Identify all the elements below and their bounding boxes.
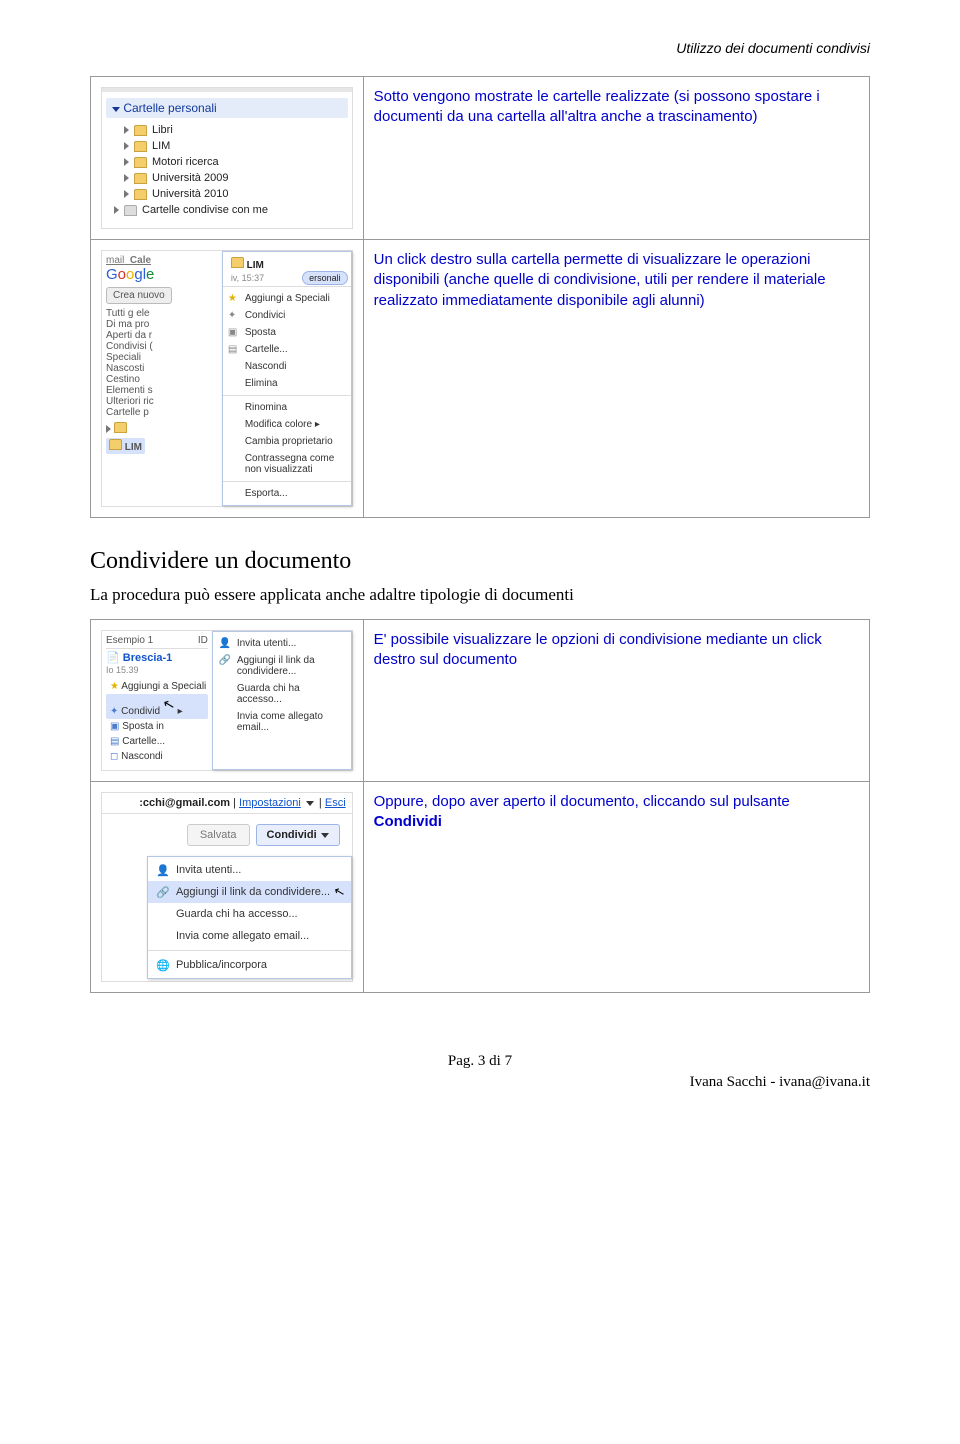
doc-header: :cchi@gmail.com | Impostazioni | Esci: [102, 793, 352, 814]
menu-item: 👤Invita utenti...: [148, 859, 351, 881]
menu-item: Invia come allegato email...: [213, 708, 351, 736]
user-icon: 👤: [156, 864, 170, 877]
menu-item: ▤Cartelle...: [223, 341, 351, 358]
google-logo: Google: [106, 266, 218, 283]
folder-context-menu: LIM iv, 15:37 ★Aggiungi a Speciali ✦Cond…: [222, 251, 352, 506]
menu-item: Invia come allegato email...: [148, 925, 351, 947]
folder-icon: ▤: [110, 736, 119, 747]
menu-item: Cambia proprietario: [223, 433, 351, 450]
chevron-right-icon: [114, 206, 119, 214]
cursor-icon: ↖: [332, 883, 347, 901]
menu-item: ✦Condivici: [223, 307, 351, 324]
folder-shared-icon: [124, 205, 137, 216]
mail-link: mail Cale: [106, 255, 218, 266]
share-submenu: 👤Invita utenti... 🔗Aggiungi il link da c…: [212, 631, 352, 770]
menu-item: Contrassegna come non visualizzati: [223, 450, 351, 478]
create-new-button: Crea nuovo: [106, 287, 172, 304]
condividi-button[interactable]: Condividi: [256, 824, 340, 846]
menu-item: ▣Sposta: [223, 324, 351, 341]
row1-description: Sotto vengono mostrate le cartelle reali…: [363, 77, 869, 240]
section-heading: Condividere un documento: [90, 548, 870, 575]
personal-badge: ersonali: [302, 271, 348, 285]
cursor-icon: [163, 696, 175, 714]
row2-description: Un click destro sulla cartella permette …: [363, 240, 869, 518]
star-icon: ★: [110, 681, 119, 692]
table-2: Esempio 1 ID 📄 Brescia-1 Io 15.39 ★ Aggi…: [90, 619, 870, 993]
condividi-dropdown: 👤Invita utenti... 🔗Aggiungi il link da c…: [147, 856, 352, 979]
menu-item: Esporta...: [223, 485, 351, 502]
page-header: Utilizzo dei documenti condivisi: [90, 40, 870, 56]
caret-down-icon: [306, 801, 314, 806]
folder-header: Cartelle personali: [106, 98, 348, 118]
chevron-right-icon: [124, 174, 129, 182]
chevron-right-icon: [124, 126, 129, 134]
menu-item-highlighted: 🔗Aggiungi il link da condividere...↖: [148, 881, 351, 903]
folder-icon: [134, 189, 147, 200]
menu-item: 🌐Pubblica/incorpora: [148, 954, 351, 976]
share-icon: ✦: [110, 706, 118, 717]
link-icon: 🔗: [156, 886, 170, 899]
page-number: Pag. 3 di 7: [90, 1053, 870, 1070]
folder-icon: [134, 141, 147, 152]
star-icon: ★: [228, 293, 237, 304]
chevron-down-icon: [112, 107, 120, 112]
folder-icon: [134, 173, 147, 184]
folder-icon: [134, 157, 147, 168]
table-1: Cartelle personali Libri LIM Motori rice…: [90, 76, 870, 518]
user-icon: 👤: [219, 638, 231, 649]
saved-button: Salvata: [187, 824, 250, 846]
globe-icon: 🌐: [156, 959, 170, 972]
document-name: 📄 Brescia-1: [106, 651, 208, 664]
menu-item: Elimina: [223, 375, 351, 392]
move-icon: ▣: [228, 327, 237, 338]
folder-icon: [109, 439, 122, 450]
move-icon: ▣: [110, 721, 119, 732]
section-description: La procedura può essere applicata anche …: [90, 585, 870, 605]
folder-icon: [114, 422, 127, 433]
condividi-button-screenshot: :cchi@gmail.com | Impostazioni | Esci Sa…: [101, 792, 353, 982]
menu-item: Guarda chi ha accesso...: [213, 680, 351, 708]
menu-item: 👤Invita utenti...: [213, 635, 351, 652]
menu-item: 🔗Aggiungi il link da condividere...: [213, 652, 351, 680]
condivid-highlight: ✦ Condivid ▸: [106, 694, 208, 719]
row4-description: Oppure, dopo aver aperto il documento, c…: [363, 782, 869, 993]
doc-context-screenshot: Esempio 1 ID 📄 Brescia-1 Io 15.39 ★ Aggi…: [101, 630, 353, 771]
folder-tree-screenshot: Cartelle personali Libri LIM Motori rice…: [101, 87, 353, 229]
chevron-right-icon: [106, 425, 111, 433]
menu-item: Guarda chi ha accesso...: [148, 903, 351, 925]
folder-icon: [134, 125, 147, 136]
share-icon: ✦: [228, 310, 236, 321]
menu-item: Modifica colore ▸: [223, 416, 351, 433]
chevron-right-icon: [124, 142, 129, 150]
folder-icon: [231, 257, 244, 268]
menu-item: Rinomina: [223, 399, 351, 416]
caret-down-icon: [321, 833, 329, 838]
row3-description: E' possibile visualizzare le opzioni di …: [363, 620, 869, 782]
document-time: Io 15.39: [106, 665, 208, 675]
menu-item: ★Aggiungi a Speciali: [223, 290, 351, 307]
hide-icon: ◻: [110, 751, 118, 762]
chevron-right-icon: [124, 190, 129, 198]
folder-icon: ▤: [228, 344, 237, 355]
chevron-right-icon: [124, 158, 129, 166]
link-icon: 🔗: [219, 655, 231, 666]
context-menu-screenshot: mail Cale Google Crea nuovo Tutti g ele …: [101, 250, 353, 507]
author-line: Ivana Sacchi - ivana@ivana.it: [90, 1074, 870, 1091]
menu-item: Nascondi: [223, 358, 351, 375]
